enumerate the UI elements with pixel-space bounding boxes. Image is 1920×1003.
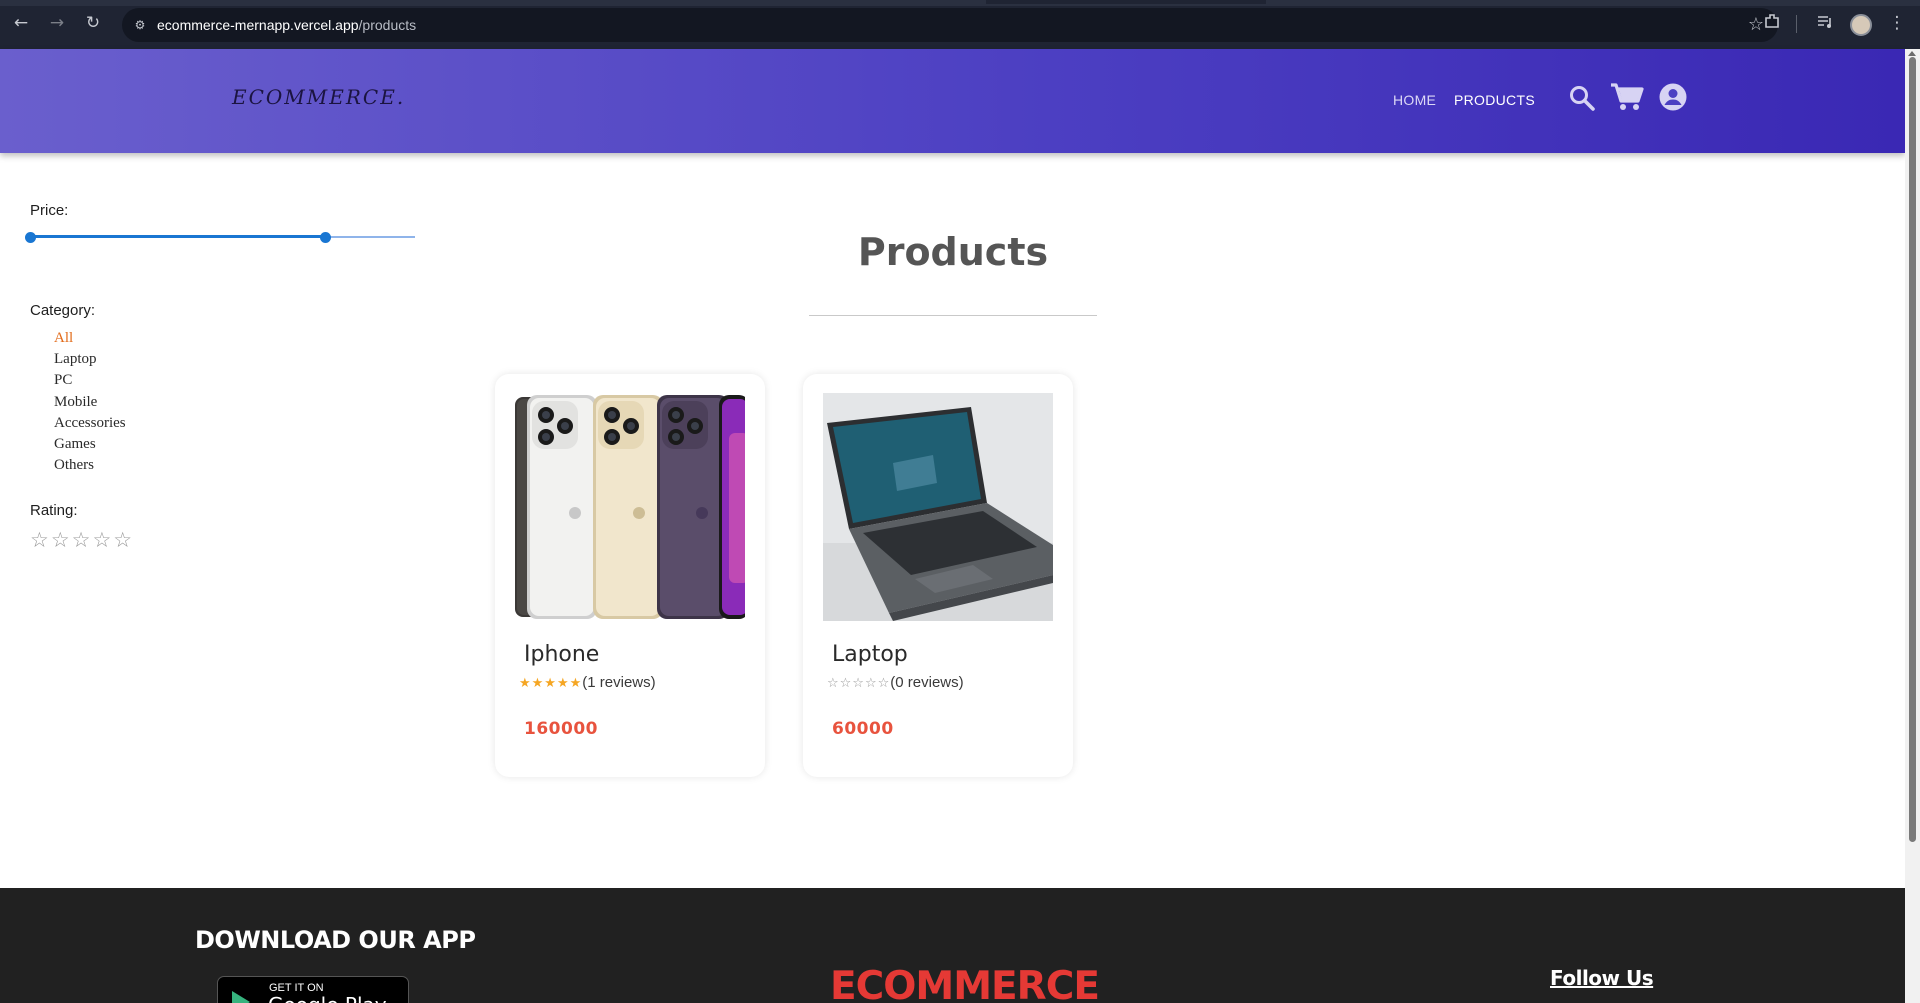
store-badge-name: Google Play: [268, 993, 387, 1003]
category-item-accessories[interactable]: Accessories: [54, 413, 126, 434]
site-logo[interactable]: ECOMMERCE.: [232, 85, 405, 109]
active-tab-indicator: [986, 0, 1266, 4]
download-app-heading: DOWNLOAD OUR APP: [195, 926, 476, 954]
tab-strip: [0, 0, 1920, 6]
product-price: 160000: [524, 719, 598, 739]
nav-products-link[interactable]: PRODUCTS: [1454, 92, 1535, 108]
category-item-mobile[interactable]: Mobile: [54, 392, 126, 413]
product-name[interactable]: Iphone: [524, 642, 599, 667]
browser-menu-icon[interactable]: ⋮: [1886, 12, 1908, 34]
slider-thumb-max[interactable]: [319, 232, 331, 243]
cart-icon[interactable]: [1610, 82, 1644, 117]
page-scrollbar[interactable]: [1905, 49, 1920, 1003]
product-card[interactable]: Iphone ★★★★★(1 reviews) 160000: [495, 374, 765, 777]
address-bar[interactable]: ⚙ ecommerce-mernapp.vercel.app/products …: [122, 8, 1778, 42]
follow-us-heading: Follow Us: [1550, 966, 1654, 990]
media-control-icon[interactable]: [1814, 12, 1836, 34]
category-item-laptop[interactable]: Laptop: [54, 349, 126, 370]
product-rating: ☆☆☆☆☆(0 reviews): [827, 674, 964, 691]
rating-filter-stars[interactable]: ☆☆☆☆☆: [30, 528, 134, 552]
rating-stars-empty: ☆☆☆☆☆: [827, 676, 891, 691]
product-image-iphone: [515, 393, 745, 621]
review-count: (1 reviews): [582, 674, 656, 691]
category-item-others[interactable]: Others: [54, 455, 126, 476]
browser-toolbar: ← → ↻ ⚙ ecommerce-mernapp.vercel.app/pro…: [0, 0, 1920, 49]
back-arrow-icon[interactable]: ←: [10, 12, 32, 34]
slider-track: [30, 235, 325, 238]
footer-brand: ECOMMERCE: [830, 964, 1100, 1003]
account-circle-icon[interactable]: [1659, 83, 1687, 116]
search-icon[interactable]: [1569, 85, 1595, 116]
forward-arrow-icon[interactable]: →: [46, 12, 68, 34]
category-item-all[interactable]: All: [54, 328, 126, 349]
reload-icon[interactable]: ↻: [82, 12, 104, 34]
extensions-icon[interactable]: [1761, 12, 1783, 34]
site-info-icon[interactable]: ⚙: [132, 17, 148, 33]
product-card[interactable]: Laptop ☆☆☆☆☆(0 reviews) 60000: [803, 374, 1073, 777]
product-image-laptop: [823, 393, 1053, 621]
category-filter-label: Category:: [30, 302, 96, 319]
scrollbar-thumb[interactable]: [1909, 57, 1916, 842]
scroll-up-arrow-icon[interactable]: [1908, 51, 1916, 56]
category-item-games[interactable]: Games: [54, 434, 126, 455]
category-item-pc[interactable]: PC: [54, 370, 126, 391]
price-filter-label: Price:: [30, 202, 69, 219]
product-price: 60000: [832, 719, 894, 739]
rating-filter-label: Rating:: [30, 502, 78, 519]
page-title: Products: [857, 230, 1049, 274]
product-rating: ★★★★★(1 reviews): [519, 674, 656, 691]
profile-avatar[interactable]: [1850, 14, 1872, 36]
title-divider: [809, 315, 1097, 316]
nav-home-link[interactable]: HOME: [1393, 92, 1436, 108]
site-header: ECOMMERCE. HOME PRODUCTS: [0, 49, 1905, 153]
url-host: ecommerce-mernapp.vercel.app: [157, 17, 359, 33]
slider-thumb-min[interactable]: [25, 232, 36, 243]
review-count: (0 reviews): [890, 674, 964, 691]
address-url[interactable]: ecommerce-mernapp.vercel.app/products: [157, 17, 416, 33]
product-name[interactable]: Laptop: [832, 642, 908, 667]
site-footer: DOWNLOAD OUR APP GET IT ON Google Play E…: [0, 888, 1905, 1003]
toolbar-divider: [1796, 15, 1797, 33]
rating-stars-filled: ★★★★★: [519, 676, 583, 691]
google-play-badge[interactable]: GET IT ON Google Play: [217, 976, 409, 1003]
url-path: /products: [358, 17, 417, 33]
price-range-slider[interactable]: [25, 232, 415, 244]
category-list: All Laptop PC Mobile Accessories Games O…: [54, 328, 126, 476]
google-play-icon: [232, 991, 250, 1003]
